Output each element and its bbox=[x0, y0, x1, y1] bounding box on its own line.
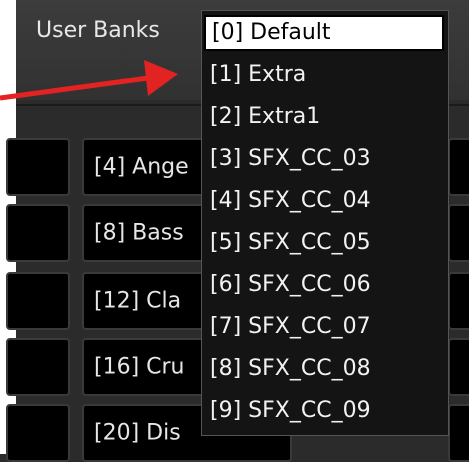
pad-slot[interactable] bbox=[448, 404, 469, 462]
dropdown-option[interactable]: [7] SFX_CC_07 bbox=[204, 309, 444, 345]
pad-slot-label: [12] Cla bbox=[94, 288, 182, 314]
pad-slot-label: [16] Cru bbox=[94, 354, 185, 380]
pad-slot[interactable] bbox=[6, 204, 70, 262]
user-bank-dropdown[interactable]: [0] Default [1] Extra [2] Extra1 [3] SFX… bbox=[201, 10, 449, 436]
user-banks-label: User Banks bbox=[36, 18, 160, 43]
dropdown-option[interactable]: [4] SFX_CC_04 bbox=[204, 183, 444, 219]
pad-slot-label: [8] Bass bbox=[94, 220, 184, 246]
dropdown-option[interactable]: [8] SFX_CC_08 bbox=[204, 351, 444, 387]
pad-slot-label: [4] Ange bbox=[94, 154, 189, 180]
dropdown-option[interactable]: [9] SFX_CC_09 bbox=[204, 393, 444, 429]
pad-slot[interactable] bbox=[448, 338, 469, 396]
dropdown-option-selected[interactable]: [0] Default bbox=[204, 15, 444, 51]
pad-slot[interactable] bbox=[6, 338, 70, 396]
pad-slot-label: [20] Dis bbox=[94, 420, 181, 446]
pad-slot[interactable] bbox=[6, 138, 70, 196]
pad-slot[interactable] bbox=[6, 272, 70, 330]
pad-slot[interactable] bbox=[448, 204, 469, 262]
pad-slot[interactable] bbox=[448, 272, 469, 330]
dropdown-option[interactable]: [5] SFX_CC_05 bbox=[204, 225, 444, 261]
dropdown-option[interactable]: [3] SFX_CC_03 bbox=[204, 141, 444, 177]
pad-slot[interactable] bbox=[448, 138, 469, 196]
dropdown-option[interactable]: [6] SFX_CC_06 bbox=[204, 267, 444, 303]
dropdown-option[interactable]: [2] Extra1 bbox=[204, 99, 444, 135]
pad-slot[interactable] bbox=[6, 404, 70, 462]
dropdown-option[interactable]: [1] Extra bbox=[204, 57, 444, 93]
